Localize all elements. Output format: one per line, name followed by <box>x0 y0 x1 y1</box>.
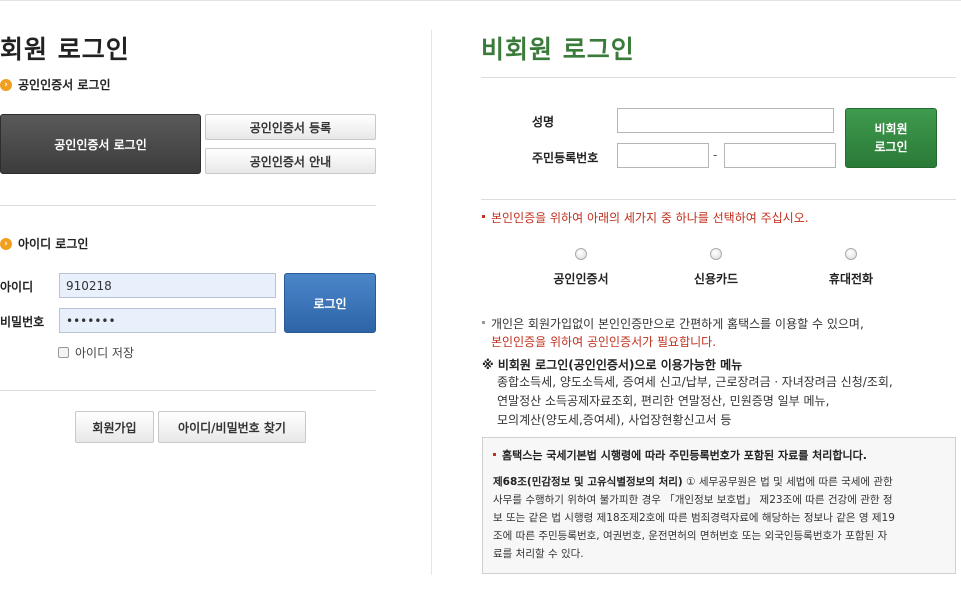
privacy-article: 제68조(민감정보 및 고유식별정보의 처리) <box>493 476 683 488</box>
id-login-button[interactable]: 로그인 <box>284 273 376 333</box>
title-divider <box>481 77 956 78</box>
verify-notice: 본인인증을 위하여 아래의 세가지 중 하나를 선택하여 주십시오. <box>482 209 809 227</box>
find-id-password-button[interactable]: 아이디/비밀번호 찾기 <box>158 411 306 443</box>
id-label: 아이디 <box>0 280 34 294</box>
privacy-line: ① 세무공무원은 법 및 세법에 따른 국세에 관한 <box>682 476 893 488</box>
cert-login-button[interactable]: 공인인증서 로그인 <box>0 114 201 174</box>
signup-button[interactable]: 회원가입 <box>75 411 154 443</box>
save-id-checkbox[interactable] <box>58 347 69 358</box>
cert-login-section-label: › 공인인증서 로그인 <box>0 76 111 93</box>
privacy-line: 료를 처리할 수 있다. <box>493 548 584 560</box>
password-label: 비밀번호 <box>0 315 45 329</box>
info-line-2: 본인인증을 위하여 공인인증서가 필요합니다. <box>491 335 717 349</box>
menu-line: 모의계산(양도세,증여세), 사업장현황신고서 등 <box>497 413 732 427</box>
option-certificate[interactable]: 공인인증서 <box>531 248 631 287</box>
rrn-label: 주민등록번호 <box>532 151 599 165</box>
bullet-square-icon <box>482 321 485 324</box>
rrn-separator: - <box>713 148 718 162</box>
name-input[interactable] <box>617 108 834 133</box>
option-mobile-phone[interactable]: 휴대전화 <box>801 248 901 287</box>
option-label: 공인인증서 <box>553 272 609 286</box>
cert-register-button[interactable]: 공인인증서 등록 <box>205 114 376 140</box>
member-login-title: 회원 로그인 <box>0 35 130 64</box>
verify-notice-text: 본인인증을 위하여 아래의 세가지 중 하나를 선택하여 주십시오. <box>491 211 809 225</box>
nonmember-login-button[interactable]: 비회원 로그인 <box>845 108 937 168</box>
option-credit-card[interactable]: 신용카드 <box>666 248 766 287</box>
radio-button[interactable] <box>575 248 587 260</box>
available-menu-list: 종합소득세, 양도소득세, 증여세 신고/납부, 근로장려금ㆍ자녀장려금 신청/… <box>497 373 893 430</box>
top-border <box>0 0 961 1</box>
nonmember-login-line1: 비회원 <box>874 122 908 136</box>
column-divider <box>431 30 432 575</box>
info-notice: 개인은 회원가입없이 본인인증만으로 간편하게 홈택스를 이용할 수 있으며, … <box>482 315 864 351</box>
available-menu-title: ※ 비회원 로그인(공인인증서)으로 이용가능한 메뉴 <box>482 358 743 372</box>
privacy-line: 조에 따른 주민등록번호, 여권번호, 운전면허의 면허번호 또는 외국인등록번… <box>493 530 888 542</box>
chevron-bullet-icon: › <box>0 78 12 91</box>
id-login-section-label: › 아이디 로그인 <box>0 235 88 252</box>
save-id-checkbox-row[interactable]: 아이디 저장 <box>58 344 134 361</box>
save-id-label: 아이디 저장 <box>75 346 135 360</box>
name-label: 성명 <box>532 115 555 129</box>
info-line-1: 개인은 회원가입없이 본인인증만으로 간편하게 홈택스를 이용할 수 있으며, <box>491 317 864 331</box>
bullet-square-icon <box>493 452 496 456</box>
rrn-back-input[interactable] <box>724 143 836 168</box>
nonmember-login-title: 비회원 로그인 <box>481 35 635 64</box>
privacy-notice-box: 홈택스는 국세기본법 시행령에 따라 주민등록번호가 포함된 자료를 처리합니다… <box>482 437 956 574</box>
id-login-section-text: 아이디 로그인 <box>18 237 89 251</box>
privacy-body: 제68조(민감정보 및 고유식별정보의 처리) ① 세무공무원은 법 및 세법에… <box>493 473 945 563</box>
privacy-title-text: 홈택스는 국세기본법 시행령에 따라 주민등록번호가 포함된 자료를 처리합니다… <box>502 449 867 462</box>
password-input[interactable] <box>59 308 276 333</box>
cert-guide-button[interactable]: 공인인증서 안내 <box>205 148 376 174</box>
section-divider <box>0 390 376 391</box>
rrn-front-input[interactable] <box>617 143 709 168</box>
option-label: 신용카드 <box>693 272 739 286</box>
section-divider <box>481 199 956 200</box>
privacy-line: 사무를 수행하기 위하여 불가피한 경우 「개인정보 보호법」 제23조에 따른… <box>493 494 893 506</box>
nonmember-login-line2: 로그인 <box>874 140 908 154</box>
privacy-line: 보 또는 같은 법 시행령 제18조제2호에 따른 범죄경력자료에 해당하는 정… <box>493 512 895 524</box>
cert-login-section-text: 공인인증서 로그인 <box>18 78 111 92</box>
radio-button[interactable] <box>710 248 722 260</box>
privacy-title: 홈택스는 국세기본법 시행령에 따라 주민등록번호가 포함된 자료를 처리합니다… <box>493 447 945 463</box>
bullet-square-icon <box>482 215 485 218</box>
menu-line: 종합소득세, 양도소득세, 증여세 신고/납부, 근로장려금ㆍ자녀장려금 신청/… <box>497 375 893 389</box>
radio-button[interactable] <box>845 248 857 260</box>
id-input[interactable] <box>59 273 276 298</box>
menu-line: 연말정산 소득공제자료조회, 편리한 연말정산, 민원증명 일부 메뉴, <box>497 394 830 408</box>
chevron-bullet-icon: › <box>0 237 12 250</box>
section-divider <box>0 205 376 206</box>
option-label: 휴대전화 <box>828 272 874 286</box>
